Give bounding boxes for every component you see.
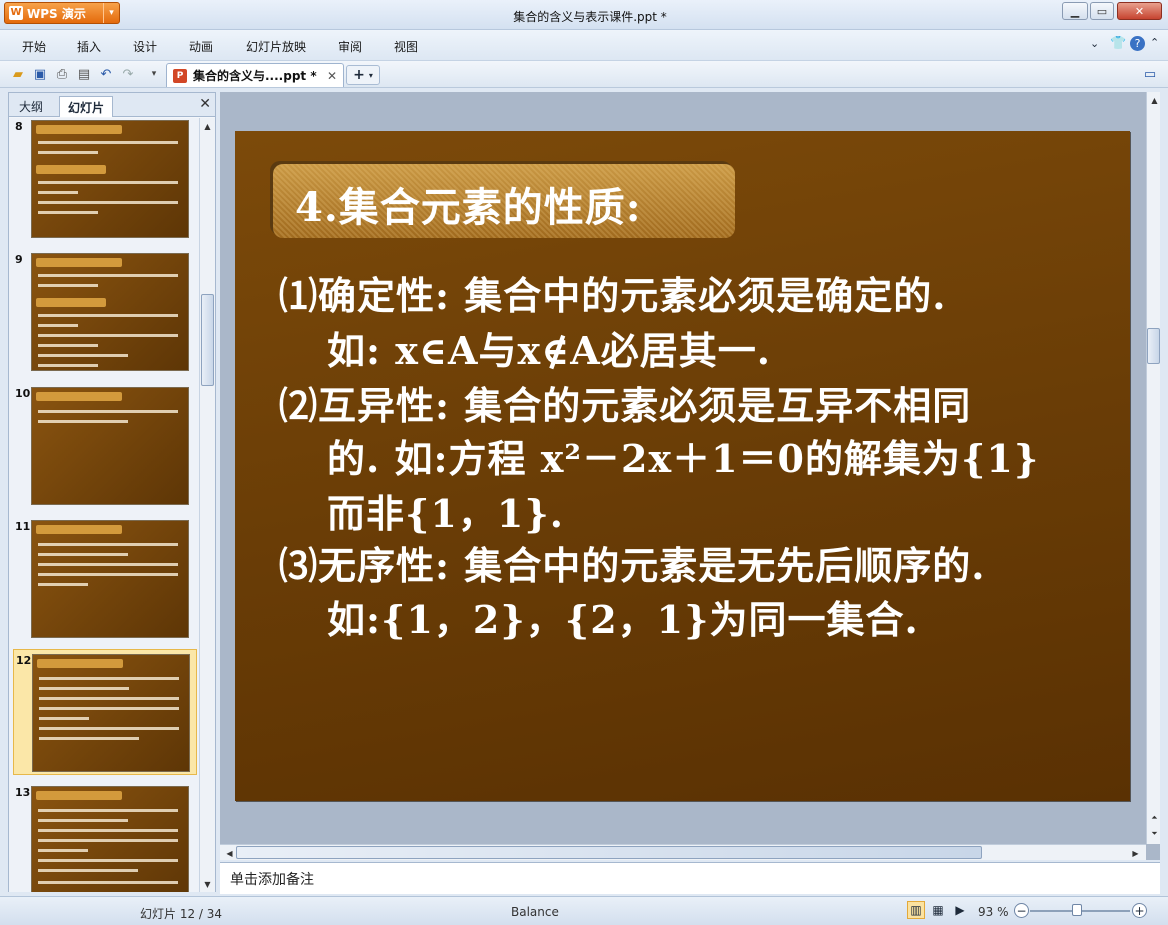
document-tab-label: 集合的含义与....ppt *: [193, 69, 317, 83]
menu-insert[interactable]: 插入: [77, 38, 101, 55]
slide-preview: [31, 786, 189, 892]
scroll-left-icon[interactable]: ◀: [222, 845, 237, 861]
menu-bar: 开始 插入 设计 动画 幻灯片放映 审阅 视图 ⌄ 👕 ? ⌃: [0, 30, 1168, 60]
help-icon[interactable]: ?: [1130, 36, 1145, 51]
slide-editor: 4.集合元素的性质: ⑴确定性: 集合中的元素必须是确定的. 如: x∈A与x∉…: [220, 92, 1160, 860]
scroll-down-icon[interactable]: ▼: [200, 876, 215, 892]
editor-vertical-scrollbar[interactable]: ▲ ⏶ ⏷: [1146, 92, 1160, 844]
slide-thumbnail-12[interactable]: 12: [13, 649, 197, 775]
slide-number: 12: [16, 654, 32, 667]
open-folder-icon[interactable]: ▰: [10, 66, 26, 82]
scrollbar-thumb[interactable]: [201, 294, 214, 386]
slide-number: 10: [15, 387, 31, 400]
wps-app-menu-button[interactable]: W WPS 演示 ▾: [4, 2, 120, 24]
slide-number: 9: [15, 253, 23, 266]
skin-icon[interactable]: 👕: [1110, 36, 1126, 51]
slide-thumbnail-10[interactable]: 10: [13, 383, 197, 509]
close-button[interactable]: ✕: [1117, 2, 1162, 20]
menu-slideshow[interactable]: 幻灯片放映: [246, 38, 306, 55]
slide-text-line[interactable]: ⑴确定性: 集合中的元素必须是确定的.: [279, 265, 947, 320]
slide-title[interactable]: 4.集合元素的性质:: [295, 175, 642, 233]
theme-name: Balance: [511, 905, 559, 919]
document-tab[interactable]: P 集合的含义与....ppt * ✕: [166, 63, 344, 87]
zoom-slider-thumb[interactable]: [1072, 904, 1082, 916]
customize-toolbar-icon[interactable]: ▾: [146, 66, 162, 82]
status-bar: 幻灯片 12 / 34 Balance ▥ ▦ ▶ 93 % − +: [0, 896, 1168, 925]
app-name: WPS 演示: [27, 6, 86, 21]
maximize-button[interactable]: ▭: [1090, 2, 1114, 20]
wps-logo-icon: W: [9, 6, 23, 20]
slide-preview: [31, 253, 189, 371]
slide-text-line[interactable]: 的. 如:方程 x²－2x＋1＝0的解集为{1}: [327, 428, 1039, 483]
next-slide-icon[interactable]: ⏷: [1147, 826, 1162, 842]
slide-preview: [31, 120, 189, 238]
slide-sorter-icon[interactable]: ▦: [929, 901, 947, 919]
scroll-up-icon[interactable]: ▲: [1147, 92, 1162, 108]
tab-outline[interactable]: 大纲: [11, 96, 51, 117]
slide-number: 11: [15, 520, 31, 533]
scroll-up-icon[interactable]: ▲: [200, 118, 215, 134]
panel-tabs: 大纲 幻灯片 ✕: [9, 93, 215, 117]
print-icon[interactable]: ⎙: [54, 66, 70, 82]
window-layout-icon[interactable]: ▭: [1142, 66, 1158, 82]
redo-icon[interactable]: ↷: [120, 66, 136, 82]
zoom-in-icon[interactable]: +: [1132, 903, 1147, 918]
previous-slide-icon[interactable]: ⏶: [1147, 810, 1162, 826]
print-preview-icon[interactable]: ▤: [76, 66, 92, 82]
slide-counter: 幻灯片 12 / 34: [140, 907, 223, 921]
zoom-level: 93 %: [978, 905, 1009, 919]
window-title: 集合的含义与表示课件.ppt *: [513, 10, 667, 24]
close-panel-icon[interactable]: ✕: [199, 96, 211, 112]
chevron-down-icon[interactable]: ▾: [369, 71, 373, 80]
slides-panel: 大纲 幻灯片 ✕ 8 9 10 11 12 13 ▲ ▼: [8, 92, 216, 892]
notes-pane[interactable]: 单击添加备注: [220, 862, 1160, 894]
thumbnail-list: 8 9 10 11 12 13: [9, 118, 199, 892]
ribbon-toggle-icon[interactable]: ⌃: [1150, 36, 1159, 49]
close-tab-icon[interactable]: ✕: [327, 69, 337, 83]
menu-animation[interactable]: 动画: [189, 38, 213, 55]
slide-preview: [32, 654, 190, 772]
menu-view[interactable]: 视图: [394, 38, 418, 55]
quick-access-toolbar: ▰ ▣ ⎙ ▤ ↶ ↷ ▾ P 集合的含义与....ppt * ✕ + ▾ ▭: [0, 60, 1168, 88]
plus-icon: +: [353, 67, 365, 83]
slide-text-line[interactable]: 如:{1，2}，{2，1}为同一集合.: [327, 589, 919, 644]
slide-thumbnail-13[interactable]: 13: [13, 782, 197, 892]
ppt-file-icon: P: [173, 68, 187, 83]
chevron-down-icon[interactable]: ▾: [103, 3, 119, 23]
slide-number: 8: [15, 120, 23, 133]
slide-text-line[interactable]: ⑵互异性: 集合的元素必须是互异不相同: [279, 375, 971, 430]
slide-thumbnail-11[interactable]: 11: [13, 516, 197, 642]
notes-placeholder: 单击添加备注: [230, 872, 314, 888]
zoom-out-icon[interactable]: −: [1014, 903, 1029, 918]
slide-text-line[interactable]: 而非{1，1}.: [327, 483, 564, 538]
title-bar: W WPS 演示 ▾ 集合的含义与表示课件.ppt * ▁ ▭ ✕: [0, 0, 1168, 30]
tab-slides[interactable]: 幻灯片: [59, 96, 114, 117]
menu-start[interactable]: 开始: [22, 38, 46, 55]
slide-preview: [31, 520, 189, 638]
menu-design[interactable]: 设计: [133, 38, 157, 55]
slide-text-line[interactable]: ⑶无序性: 集合中的元素是无先后顺序的.: [279, 535, 986, 590]
normal-view-icon[interactable]: ▥: [907, 901, 925, 919]
editor-horizontal-scrollbar[interactable]: ◀ ▶: [220, 844, 1146, 860]
slideshow-icon[interactable]: ▶: [951, 901, 969, 919]
menu-review[interactable]: 审阅: [338, 38, 362, 55]
slide-text-line[interactable]: 如: x∈A与x∉A必居其一.: [327, 320, 771, 375]
slide-preview: [31, 387, 189, 505]
slide-thumbnail-8[interactable]: 8: [13, 118, 197, 242]
new-tab-button[interactable]: + ▾: [346, 65, 380, 85]
save-icon[interactable]: ▣: [32, 66, 48, 82]
panel-scrollbar[interactable]: ▲ ▼: [199, 118, 215, 892]
scroll-right-icon[interactable]: ▶: [1128, 845, 1143, 861]
slide-number: 13: [15, 786, 31, 799]
chevron-down-icon[interactable]: ⌄: [1090, 37, 1099, 50]
undo-icon[interactable]: ↶: [98, 66, 114, 82]
scrollbar-thumb[interactable]: [1147, 328, 1160, 364]
slide-thumbnail-9[interactable]: 9: [13, 249, 197, 375]
minimize-button[interactable]: ▁: [1062, 2, 1088, 20]
slide-canvas[interactable]: 4.集合元素的性质: ⑴确定性: 集合中的元素必须是确定的. 如: x∈A与x∉…: [235, 131, 1130, 801]
scrollbar-thumb[interactable]: [236, 846, 982, 859]
